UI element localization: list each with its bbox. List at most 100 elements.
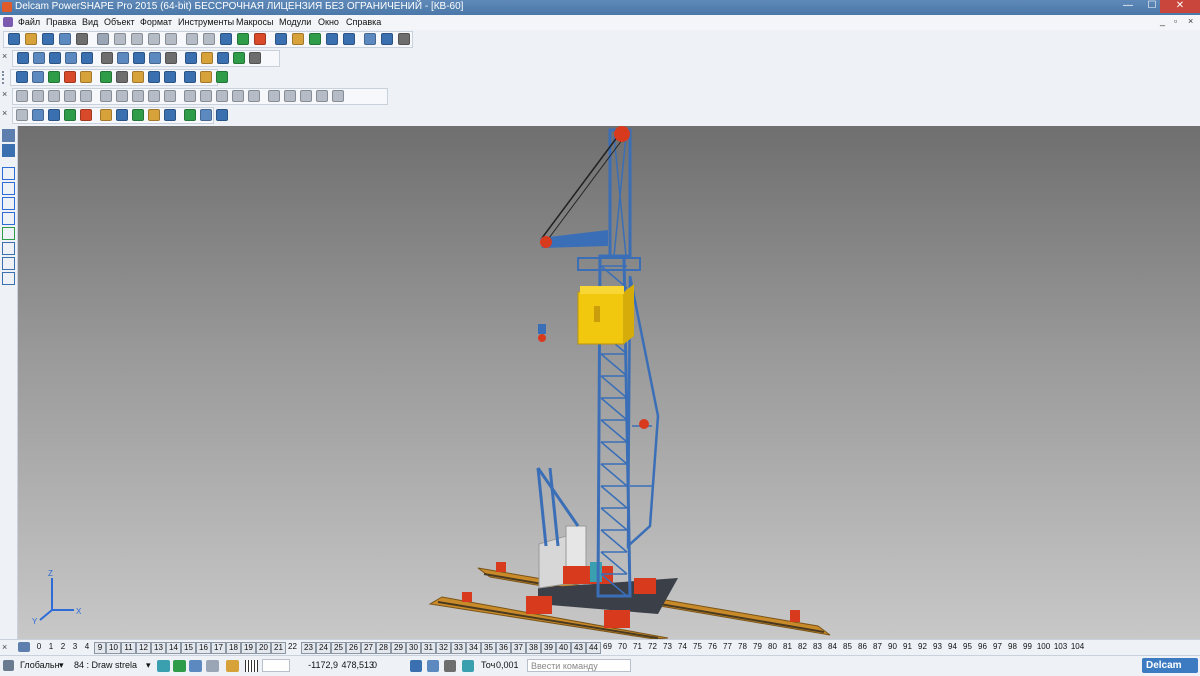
toolbar-tool-icon[interactable] <box>80 71 92 83</box>
level-button-78[interactable]: 78 <box>736 642 749 652</box>
level-button-97[interactable]: 97 <box>991 642 1004 652</box>
level-button-27[interactable]: 27 <box>361 642 376 654</box>
toolbar-tool-icon[interactable] <box>48 71 60 83</box>
level-button-86[interactable]: 86 <box>856 642 869 652</box>
level-button-85[interactable]: 85 <box>841 642 854 652</box>
toolbar-tool-icon[interactable] <box>132 90 144 102</box>
level-button-3[interactable]: 3 <box>70 642 80 652</box>
command-input[interactable]: Ввести команду <box>527 659 631 672</box>
level-button-94[interactable]: 94 <box>946 642 959 652</box>
level-button-32[interactable]: 32 <box>436 642 451 654</box>
level-button-40[interactable]: 40 <box>556 642 571 654</box>
toolbar-tool-icon[interactable] <box>164 71 176 83</box>
toolbar-close-icon[interactable]: × <box>2 108 7 118</box>
level-button-37[interactable]: 37 <box>511 642 526 654</box>
toolbar-tool-icon[interactable] <box>184 71 196 83</box>
tolerance-value[interactable]: 0,001 <box>496 659 524 672</box>
level-button-81[interactable]: 81 <box>781 642 794 652</box>
level-button-19[interactable]: 19 <box>241 642 256 654</box>
workplane-align-icon[interactable] <box>226 660 239 672</box>
toolbar-tool-icon[interactable] <box>100 90 112 102</box>
level-button-43[interactable]: 43 <box>571 642 586 654</box>
level-button-9[interactable]: 9 <box>94 642 106 654</box>
level-dropdown-icon[interactable]: ▾ <box>146 659 154 672</box>
level-button-13[interactable]: 13 <box>151 642 166 654</box>
toolbar-tool-icon[interactable] <box>316 90 328 102</box>
toolbar-tool-icon[interactable] <box>64 71 76 83</box>
toolbar-tool-icon[interactable] <box>132 71 144 83</box>
toolbar-tool-icon[interactable] <box>64 90 76 102</box>
level-button-93[interactable]: 93 <box>931 642 944 652</box>
surface-icon[interactable] <box>2 257 15 270</box>
menu-macros[interactable]: Макросы <box>236 17 274 27</box>
menu-edit[interactable]: Правка <box>46 17 76 27</box>
mdi-close-button[interactable]: × <box>1188 16 1193 26</box>
level-button-2[interactable]: 2 <box>58 642 68 652</box>
menu-file[interactable]: Файл <box>18 17 40 27</box>
toolbar-tool-icon[interactable] <box>184 90 196 102</box>
curve-icon[interactable] <box>2 182 15 195</box>
toolbar-tool-icon[interactable] <box>81 52 93 64</box>
toolbar-tool-icon[interactable] <box>116 109 128 121</box>
minimize-button[interactable]: — <box>1116 0 1140 13</box>
toolbar-tool-icon[interactable] <box>343 33 355 45</box>
level-button-16[interactable]: 16 <box>196 642 211 654</box>
toolbar-tool-icon[interactable] <box>248 90 260 102</box>
level-button-34[interactable]: 34 <box>466 642 481 654</box>
toolbar-tool-icon[interactable] <box>101 52 113 64</box>
toolbar-tool-icon[interactable] <box>32 71 44 83</box>
toolbar-tool-icon[interactable] <box>80 90 92 102</box>
level-button-77[interactable]: 77 <box>721 642 734 652</box>
level-button-96[interactable]: 96 <box>976 642 989 652</box>
rectangle-icon[interactable] <box>2 197 15 210</box>
menu-help[interactable]: Справка <box>346 17 381 27</box>
level-button-33[interactable]: 33 <box>451 642 466 654</box>
toolbar-tool-icon[interactable] <box>32 109 44 121</box>
level-button-23[interactable]: 23 <box>301 642 316 654</box>
toolbar-tool-icon[interactable] <box>114 33 126 45</box>
toolbar-tool-icon[interactable] <box>216 71 228 83</box>
level-button-104[interactable]: 104 <box>1070 642 1085 652</box>
toolbar-tool-icon[interactable] <box>48 90 60 102</box>
toolbar-tool-icon[interactable] <box>116 90 128 102</box>
toolbar-tool-icon[interactable] <box>309 33 321 45</box>
blank-field[interactable] <box>262 659 290 672</box>
toolbar-tool-icon[interactable] <box>148 90 160 102</box>
level-button-39[interactable]: 39 <box>541 642 556 654</box>
level-button-70[interactable]: 70 <box>616 642 629 652</box>
position-icon[interactable] <box>444 660 456 672</box>
level-button-17[interactable]: 17 <box>211 642 226 654</box>
toolbar-tool-icon[interactable] <box>25 33 37 45</box>
levelbar-close-icon[interactable]: × <box>2 642 7 652</box>
graphics-viewport[interactable]: Z X Y <box>18 126 1200 640</box>
toolbar-tool-icon[interactable] <box>165 33 177 45</box>
toolbar-tool-icon[interactable] <box>186 33 198 45</box>
level-button-30[interactable]: 30 <box>406 642 421 654</box>
toolbar-tool-icon[interactable] <box>364 33 376 45</box>
intelligent-cursor-icon[interactable] <box>173 660 186 672</box>
toolbar-tool-icon[interactable] <box>200 90 212 102</box>
toolbar-close-icon[interactable]: × <box>2 89 7 99</box>
toolbar-tool-icon[interactable] <box>116 71 128 83</box>
toolbar-tool-icon[interactable] <box>131 33 143 45</box>
toolbar-tool-icon[interactable] <box>332 90 344 102</box>
level-button-10[interactable]: 10 <box>106 642 121 654</box>
toolbar-tool-icon[interactable] <box>232 90 244 102</box>
document-icon[interactable] <box>3 17 13 27</box>
toolbar-tool-icon[interactable] <box>275 33 287 45</box>
toolbar-tool-icon[interactable] <box>16 109 28 121</box>
level-button-29[interactable]: 29 <box>391 642 406 654</box>
level-button-20[interactable]: 20 <box>256 642 271 654</box>
level-button-82[interactable]: 82 <box>796 642 809 652</box>
toolbar-tool-icon[interactable] <box>249 52 261 64</box>
level-button-28[interactable]: 28 <box>376 642 391 654</box>
grid-icon[interactable] <box>245 660 258 672</box>
level-button-71[interactable]: 71 <box>631 642 644 652</box>
toolbar-tool-icon[interactable] <box>148 71 160 83</box>
annotation-icon[interactable] <box>2 272 15 285</box>
menu-modules[interactable]: Модули <box>279 17 311 27</box>
toolbar-tool-icon[interactable] <box>184 109 196 121</box>
toolbar-tool-icon[interactable] <box>254 33 266 45</box>
level-button-31[interactable]: 31 <box>421 642 436 654</box>
level-button-12[interactable]: 12 <box>136 642 151 654</box>
